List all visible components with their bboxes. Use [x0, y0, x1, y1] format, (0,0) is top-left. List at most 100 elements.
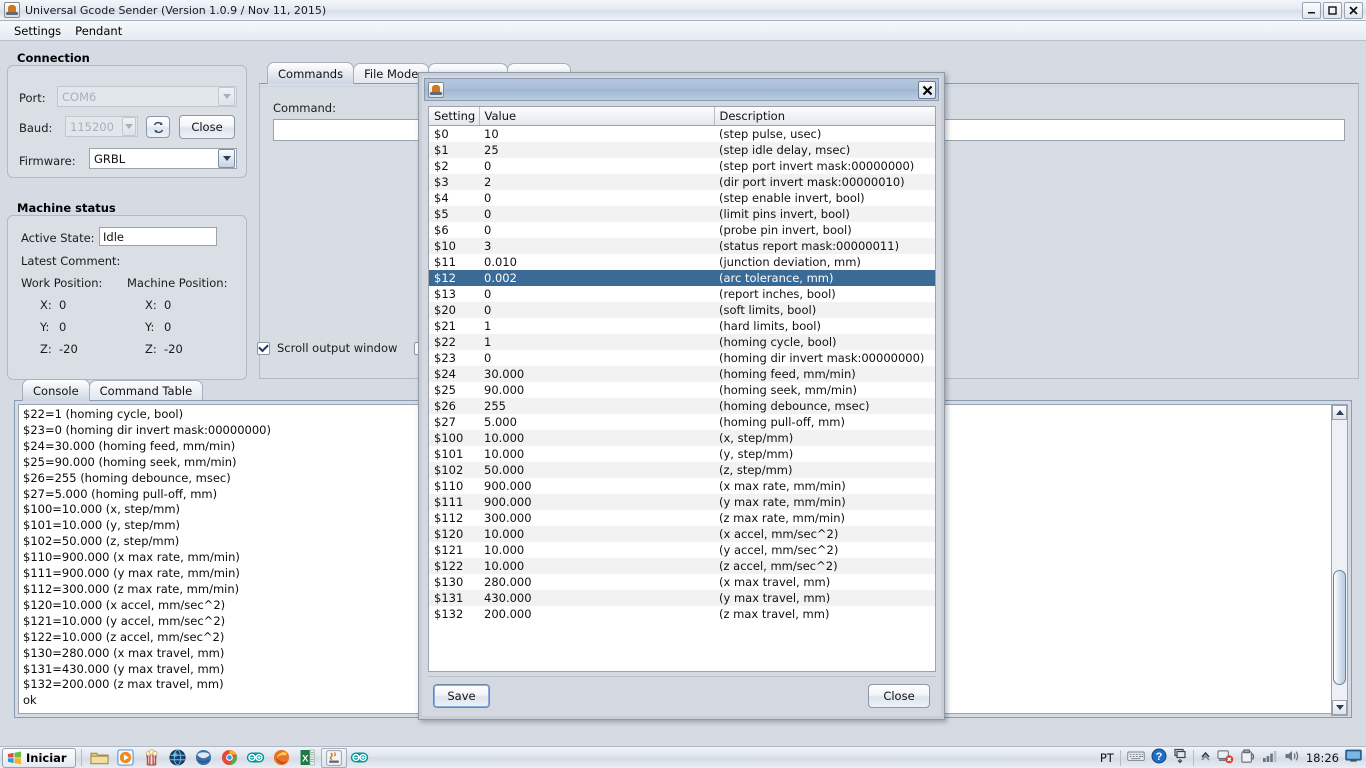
quicklaunch-excel-icon[interactable]: X	[295, 748, 321, 768]
settings-table-row[interactable]: $0 10 (step pulse, usec)	[429, 125, 935, 142]
taskbar-clock[interactable]: 18:26	[1306, 751, 1339, 765]
settings-table-row[interactable]: $111 900.000 (y max rate, mm/min)	[429, 493, 935, 510]
taskbar-item-java-app[interactable]	[320, 747, 347, 768]
show-desktop-icon[interactable]	[1345, 749, 1362, 766]
quicklaunch-browser-globe-icon[interactable]	[165, 748, 191, 768]
value-cell: 2	[479, 173, 714, 190]
dialog-titlebar	[424, 78, 939, 101]
settings-table-row[interactable]: $20 0 (soft limits, bool)	[429, 301, 935, 318]
settings-table-row[interactable]: $24 30.000 (homing feed, mm/min)	[429, 365, 935, 382]
menu-item-pendant[interactable]: Pendant	[68, 22, 129, 40]
quicklaunch-folder-icon[interactable]	[87, 748, 113, 768]
signal-bars-icon[interactable]	[1262, 749, 1278, 766]
maximize-button[interactable]	[1323, 2, 1342, 19]
setting-cell: $22	[429, 333, 479, 350]
settings-table-row[interactable]: $1 25 (step idle delay, msec)	[429, 141, 935, 158]
settings-table-row[interactable]: $21 1 (hard limits, bool)	[429, 317, 935, 334]
settings-table-row[interactable]: $120 10.000 (x accel, mm/sec^2)	[429, 525, 935, 542]
network-disconnected-icon[interactable]	[1217, 749, 1234, 767]
dialog-close-icon[interactable]	[918, 81, 936, 99]
settings-table-row[interactable]: $12 0.002 (arc tolerance, mm)	[429, 269, 935, 286]
scrollbar-thumb[interactable]	[1333, 570, 1346, 685]
settings-table-row[interactable]: $130 280.000 (x max travel, mm)	[429, 573, 935, 590]
firmware-combo[interactable]: GRBL	[89, 148, 237, 169]
settings-table-row[interactable]: $26 255 (homing debounce, msec)	[429, 397, 935, 414]
setting-cell: $25	[429, 381, 479, 398]
settings-table-row[interactable]: $22 1 (homing cycle, bool)	[429, 333, 935, 350]
settings-table-row[interactable]: $23 0 (homing dir invert mask:00000000)	[429, 349, 935, 366]
dialog-close-button[interactable]: Close	[868, 684, 930, 708]
settings-table-row[interactable]: $27 5.000 (homing pull-off, mm)	[429, 413, 935, 430]
settings-table-row[interactable]: $131 430.000 (y max travel, mm)	[429, 589, 935, 606]
quicklaunch-arduino-icon-2[interactable]	[347, 748, 373, 768]
minimize-button[interactable]	[1302, 2, 1321, 19]
refresh-ports-button[interactable]	[146, 116, 170, 138]
settings-table-row[interactable]: $25 90.000 (homing seek, mm/min)	[429, 381, 935, 398]
tab-command-table[interactable]: Command Table	[88, 380, 204, 401]
value-cell: 30.000	[479, 365, 714, 382]
dialog-close-label: Close	[883, 689, 915, 703]
baud-combo[interactable]: 115200	[65, 116, 138, 137]
column-header-description[interactable]: Description	[714, 107, 935, 126]
dialog-save-button[interactable]: Save	[433, 684, 490, 708]
volume-icon[interactable]	[1284, 749, 1300, 766]
help-icon[interactable]: ?	[1151, 748, 1167, 767]
settings-table-row[interactable]: $10 3 (status report mask:00000011)	[429, 237, 935, 254]
work-position-label: Work Position:	[21, 276, 103, 290]
settings-table-row[interactable]: $102 50.000 (z, step/mm)	[429, 461, 935, 478]
console-scrollbar[interactable]	[1331, 404, 1348, 716]
work-y-label: Y:	[40, 320, 50, 334]
connection-close-button[interactable]: Close	[179, 115, 235, 139]
chevron-down-icon	[218, 149, 235, 168]
quicklaunch-media-player-icon[interactable]	[113, 748, 139, 768]
chevron-up-icon[interactable]	[1200, 750, 1211, 765]
settings-table-row[interactable]: $6 0 (probe pin invert, bool)	[429, 221, 935, 238]
value-cell: 0.002	[479, 269, 714, 286]
description-cell: (homing seek, mm/min)	[714, 381, 935, 398]
settings-table-row[interactable]: $2 0 (step port invert mask:00000000)	[429, 157, 935, 174]
tab-console[interactable]: Console	[22, 379, 90, 401]
column-header-setting[interactable]: Setting	[429, 107, 480, 126]
settings-table-row[interactable]: $5 0 (limit pins invert, bool)	[429, 205, 935, 222]
settings-table-row[interactable]: $122 10.000 (z accel, mm/sec^2)	[429, 557, 935, 574]
scroll-down-button[interactable]	[1332, 700, 1347, 715]
start-button[interactable]: Iniciar	[2, 747, 76, 768]
safely-remove-icon[interactable]	[1240, 748, 1256, 767]
settings-table-row[interactable]: $4 0 (step enable invert, bool)	[429, 189, 935, 206]
connection-group-title: Connection	[17, 51, 90, 65]
value-cell: 255	[479, 397, 714, 414]
scroll-up-button[interactable]	[1332, 405, 1347, 420]
work-x-value: 0	[59, 298, 67, 312]
menu-item-settings[interactable]: Settings	[7, 22, 68, 40]
settings-table-row[interactable]: $13 0 (report inches, bool)	[429, 285, 935, 302]
settings-table-row[interactable]: $3 2 (dir port invert mask:00000010)	[429, 173, 935, 190]
scroll-output-window-checkbox[interactable]	[257, 341, 270, 355]
description-cell: (x accel, mm/sec^2)	[714, 525, 935, 542]
window-switch-icon[interactable]	[1173, 748, 1187, 767]
tab-console-label: Console	[33, 383, 79, 398]
settings-table-row[interactable]: $101 10.000 (y, step/mm)	[429, 445, 935, 462]
settings-table-row[interactable]: $132 200.000 (z max travel, mm)	[429, 605, 935, 622]
column-header-value[interactable]: Value	[479, 107, 715, 126]
setting-cell: $132	[429, 605, 479, 622]
port-combo-value: COM6	[62, 89, 97, 104]
settings-table-row[interactable]: $110 900.000 (x max rate, mm/min)	[429, 477, 935, 494]
settings-table-row[interactable]: $11 0.010 (junction deviation, mm)	[429, 253, 935, 270]
quicklaunch-popcorn-icon[interactable]	[139, 748, 165, 768]
settings-table-container[interactable]: Setting Value Description $0 10 (step puls…	[428, 106, 936, 672]
quicklaunch-chrome-icon[interactable]	[217, 748, 243, 768]
close-button[interactable]	[1344, 2, 1363, 19]
tab-commands[interactable]: Commands	[267, 62, 355, 84]
keyboard-icon[interactable]	[1127, 750, 1145, 766]
quicklaunch-firefox-icon[interactable]	[269, 748, 295, 768]
settings-table-row[interactable]: $100 10.000 (x, step/mm)	[429, 429, 935, 446]
dialog-separator	[428, 676, 936, 677]
quicklaunch-thunderbird-icon[interactable]	[191, 748, 217, 768]
port-combo[interactable]: COM6	[57, 86, 237, 107]
setting-cell: $100	[429, 429, 479, 446]
settings-table-row[interactable]: $121 10.000 (y accel, mm/sec^2)	[429, 541, 935, 558]
value-cell: 5.000	[479, 413, 714, 430]
settings-table-row[interactable]: $112 300.000 (z max rate, mm/min)	[429, 509, 935, 526]
quicklaunch-arduino-icon[interactable]	[243, 748, 269, 768]
tray-language-indicator[interactable]: PT	[1100, 751, 1114, 765]
